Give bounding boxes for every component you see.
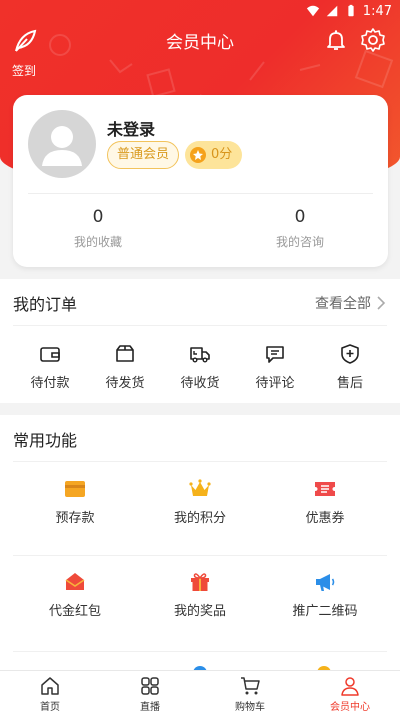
leaf-icon[interactable] (12, 28, 38, 54)
battery-icon (348, 4, 354, 17)
consult-stat[interactable]: 0 我的咨询 (240, 207, 360, 250)
common-functions-section: 常用功能 预存款 我的积分 优惠券 代金红包 我的奖品 推广二维码 (0, 415, 400, 673)
favorites-label: 我的收藏 (73, 235, 122, 249)
signin-button[interactable]: 签到 (12, 62, 36, 79)
shield-plus-icon (341, 344, 359, 364)
coupon-icon (315, 482, 335, 496)
envelope-icon (65, 573, 85, 590)
consult-count: 0 (294, 207, 306, 227)
nav-home[interactable]: 首页 (0, 671, 100, 712)
order-item-label: 售后 (336, 376, 363, 391)
nav-label: 购物车 (235, 702, 265, 712)
orders-title: 我的订单 (13, 295, 78, 314)
wifi-icon (306, 5, 319, 17)
nav-member-center[interactable]: 会员中心 (300, 671, 400, 712)
order-after-sales[interactable]: 售后 (315, 343, 385, 391)
see-all-orders-link[interactable]: 查看全部 (315, 293, 386, 313)
functions-title: 常用功能 (13, 431, 78, 450)
consult-label: 我的咨询 (275, 235, 324, 249)
status-time: 1:47 (362, 3, 392, 19)
func-label: 我的奖品 (173, 604, 226, 619)
orders-divider (13, 325, 387, 326)
order-pending-review[interactable]: 待评论 (240, 343, 310, 391)
func-label: 我的积分 (173, 511, 226, 526)
func-label: 优惠券 (305, 511, 345, 526)
comment-icon (266, 346, 284, 363)
cart-icon (241, 677, 260, 695)
func-label: 预存款 (55, 511, 95, 526)
functions-row-divider (13, 651, 387, 652)
chevron-right-icon (377, 296, 386, 310)
avatar-placeholder-icon (42, 126, 82, 166)
gift-icon (191, 573, 209, 591)
func-red-envelope[interactable]: 代金红包 (15, 570, 135, 619)
functions-row-divider (13, 555, 387, 556)
func-label: 推广二维码 (292, 604, 358, 619)
megaphone-icon (316, 574, 335, 591)
profile-card: 未登录 普通会员 0分 0 我的收藏 0 我的咨询 (13, 95, 388, 267)
see-all-label: 查看全部 (315, 296, 371, 312)
nav-label: 首页 (40, 702, 60, 712)
func-promo-qrcode[interactable]: 推广二维码 (265, 570, 385, 619)
gear-icon[interactable] (360, 27, 386, 53)
card-icon (65, 481, 85, 497)
order-item-label: 待付款 (30, 376, 70, 391)
wallet-icon (40, 347, 60, 362)
favorites-stat[interactable]: 0 我的收藏 (38, 207, 158, 250)
order-pending-shipment[interactable]: 待发货 (90, 343, 160, 391)
signal-icon (326, 5, 338, 17)
order-pending-payment[interactable]: 待付款 (15, 343, 85, 391)
avatar[interactable] (28, 110, 96, 178)
order-item-label: 待评论 (255, 376, 295, 391)
func-coupons[interactable]: 优惠券 (265, 477, 385, 526)
username[interactable]: 未登录 (107, 116, 155, 140)
nav-label: 会员中心 (330, 702, 370, 712)
card-divider (28, 193, 373, 194)
order-item-label: 待发货 (105, 376, 145, 391)
bottom-nav: 首页 直播 购物车 会员中心 (0, 670, 400, 712)
user-icon (341, 677, 359, 696)
orders-section: 我的订单 查看全部 待付款 待发货 待收货 待评论 售后 (0, 279, 400, 403)
order-pending-receipt[interactable]: 待收货 (165, 343, 235, 391)
nav-live[interactable]: 直播 (100, 671, 200, 712)
bell-icon[interactable] (324, 28, 348, 52)
home-icon (41, 677, 59, 695)
page-title: 会员中心 (166, 32, 234, 53)
favorites-count: 0 (92, 207, 104, 227)
functions-divider (13, 461, 387, 462)
func-prepaid[interactable]: 预存款 (15, 477, 135, 526)
nav-label: 直播 (140, 702, 160, 712)
points-badge[interactable]: 0分 (185, 141, 243, 169)
crown-icon (189, 479, 211, 496)
truck-icon (190, 347, 210, 363)
points-value: 0分 (211, 147, 233, 162)
status-bar: 1:47 (0, 0, 400, 22)
func-my-prizes[interactable]: 我的奖品 (140, 570, 260, 619)
order-item-label: 待收货 (180, 376, 220, 391)
coin-icon (190, 147, 206, 163)
func-my-points[interactable]: 我的积分 (140, 477, 260, 526)
grid-icon (141, 677, 159, 695)
member-level-badge: 普通会员 (107, 141, 180, 169)
nav-cart[interactable]: 购物车 (200, 671, 300, 712)
box-icon (116, 345, 134, 362)
func-label: 代金红包 (48, 604, 101, 619)
